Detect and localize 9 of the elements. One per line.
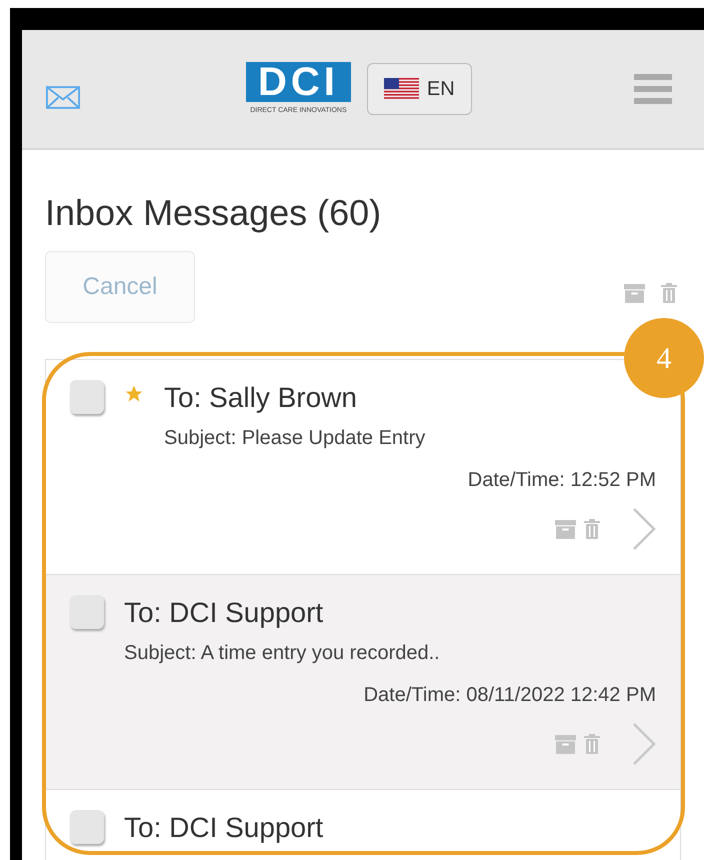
- datetime-text: Date/Time: 08/11/2022 12:42 PM: [364, 683, 656, 708]
- step-badge-overlay: 4: [624, 318, 704, 398]
- subject-text: Subject: Please Update Entry: [164, 426, 426, 451]
- subject-text: Subject: A time entry you recorded..: [124, 641, 441, 666]
- page-title: Inbox Messages (60): [45, 191, 382, 235]
- datetime-text: Date/Time: 12:52 PM: [468, 468, 656, 493]
- recipient-text: To: DCI Support: [124, 596, 324, 630]
- recipient-text: To: DCI Support: [124, 811, 324, 845]
- recipient-text: To: Sally Brown: [164, 381, 358, 415]
